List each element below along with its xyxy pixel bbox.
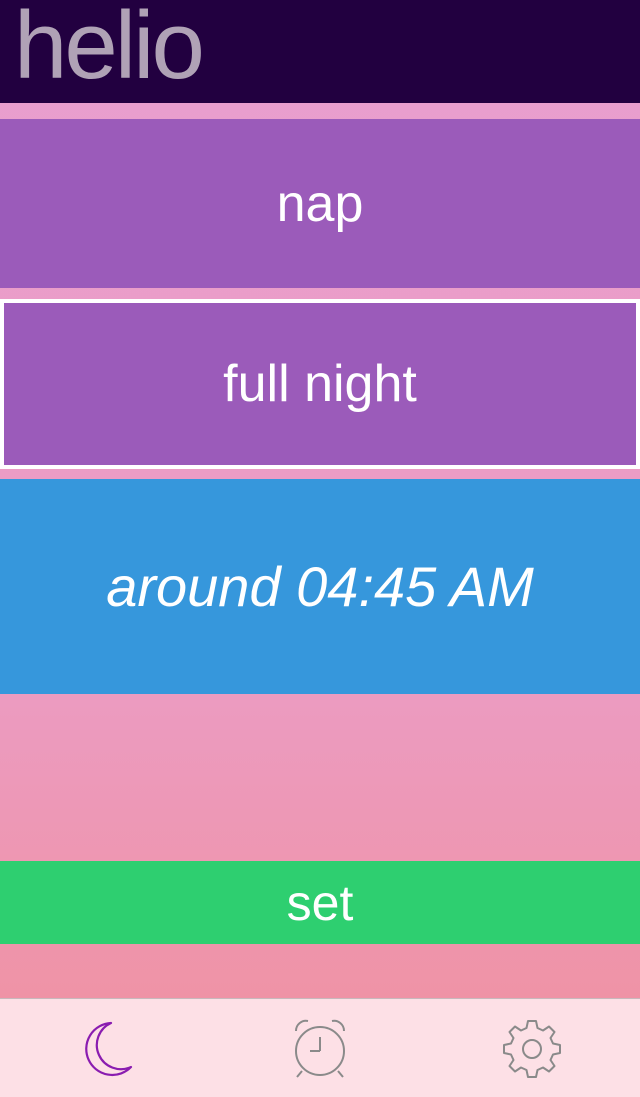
full-night-mode-button[interactable]: full night [0,299,640,469]
nap-mode-button[interactable]: nap [0,119,640,288]
app-title: helio [14,0,205,99]
tab-sleep[interactable] [72,1017,142,1081]
tab-settings[interactable] [497,1017,567,1081]
tab-bar [0,998,640,1097]
wake-time-text: around 04:45 AM [106,555,534,618]
set-button[interactable]: set [0,861,640,944]
nap-mode-label: nap [276,174,364,233]
set-button-label: set [286,874,354,931]
moon-icon [77,1017,137,1081]
tab-alarm[interactable] [285,1017,355,1081]
wake-time-display[interactable]: around 04:45 AM [0,479,640,694]
full-night-mode-label: full night [223,355,417,413]
alarm-clock-icon [288,1017,352,1081]
gear-icon [500,1017,564,1081]
app-header: helio [0,0,640,103]
